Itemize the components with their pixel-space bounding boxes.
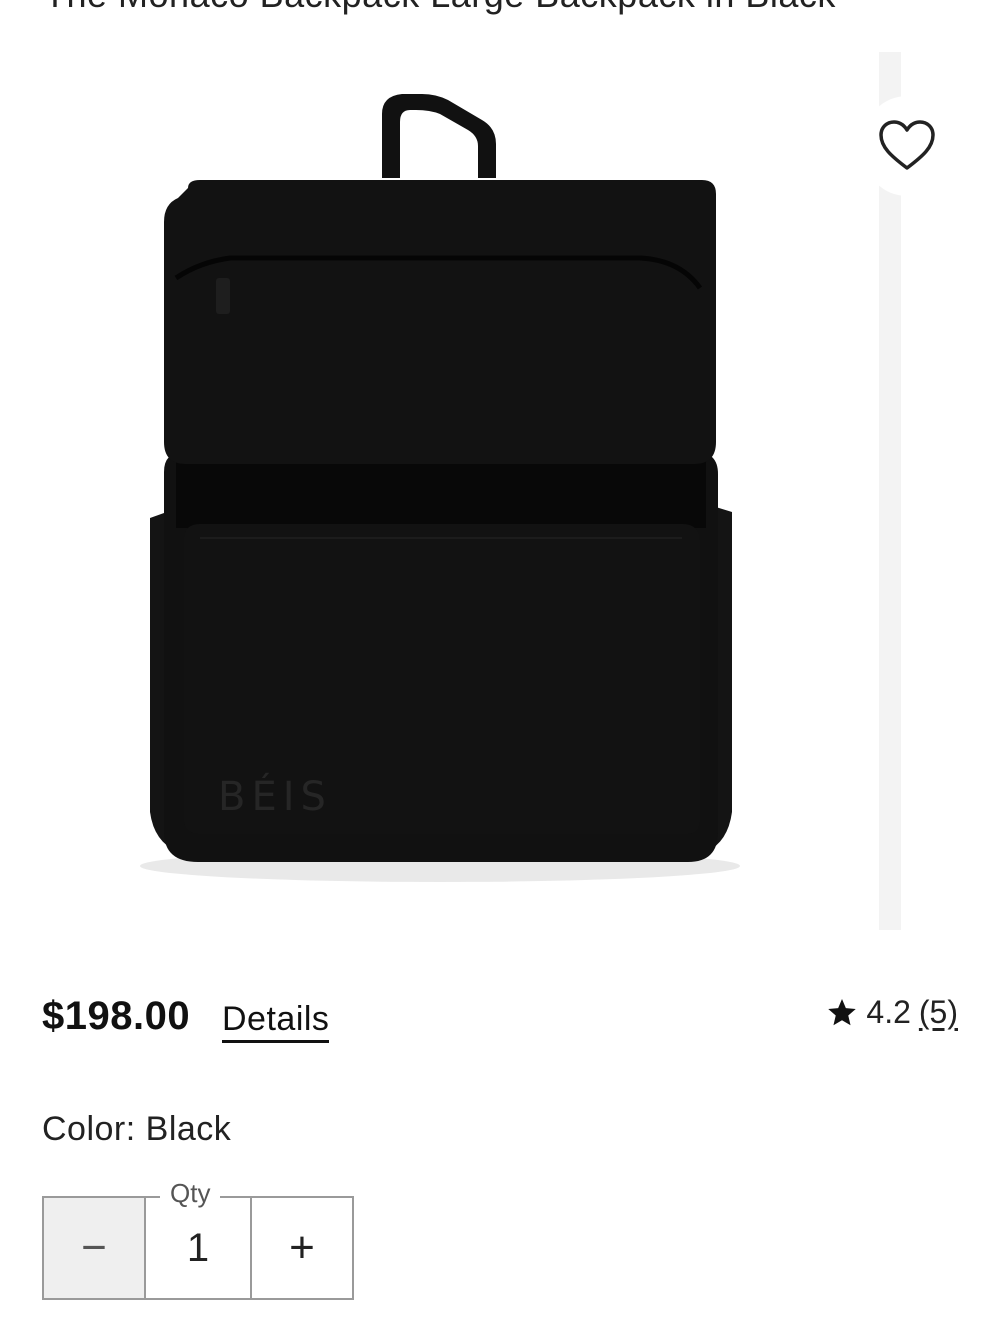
quantity-value[interactable]: 1 <box>146 1198 250 1298</box>
product-gallery[interactable]: BÉIS <box>0 52 1000 932</box>
details-link[interactable]: Details <box>222 1000 330 1043</box>
star-icon <box>828 998 857 1025</box>
rating-count-link[interactable]: (5) <box>919 994 958 1031</box>
product-image: BÉIS <box>140 94 740 882</box>
product-rating: 4.2 (5) <box>826 994 958 1031</box>
heart-outline-icon <box>879 120 935 170</box>
product-title: The Monaco Backpack Large Backpack in Bl… <box>44 0 836 16</box>
quantity-stepper: − 1 + <box>42 1196 354 1300</box>
favorite-button[interactable] <box>864 96 950 196</box>
rating-value: 4.2 <box>866 994 911 1030</box>
quantity-increment-button[interactable]: + <box>250 1198 352 1298</box>
quantity-label: Qty <box>160 1178 221 1209</box>
color-value: Black <box>145 1110 232 1148</box>
svg-text:BÉIS: BÉIS <box>218 772 332 820</box>
quantity-decrement-button[interactable]: − <box>44 1198 146 1298</box>
color-label: Color: <box>42 1110 136 1148</box>
color-selection: Color: Black <box>42 1110 231 1149</box>
product-price: $198.00 <box>42 994 191 1038</box>
